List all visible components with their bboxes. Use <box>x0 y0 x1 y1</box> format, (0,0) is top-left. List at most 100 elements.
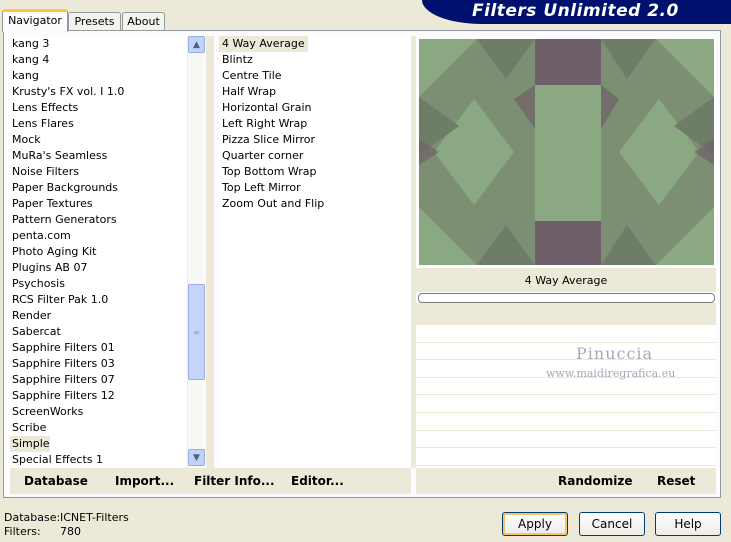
import-button[interactable]: Import... <box>115 474 174 488</box>
effect-list-row[interactable]: Quarter corner <box>219 148 411 164</box>
parameter-header-band <box>416 303 716 325</box>
filter-list-row[interactable]: kang 3 <box>10 36 186 52</box>
filter-list-row[interactable]: Sapphire Filters 01 <box>10 340 186 356</box>
database-value: ICNET-Filters <box>60 511 129 524</box>
filter-list-item[interactable]: Simple <box>10 436 50 452</box>
effect-list-row[interactable]: Left Right Wrap <box>219 116 411 132</box>
effect-list-row[interactable]: Top Bottom Wrap <box>219 164 411 180</box>
scroll-down-arrow-icon[interactable]: ▼ <box>188 449 205 466</box>
filter-list-item[interactable]: Sapphire Filters 12 <box>10 388 115 404</box>
filter-list-row[interactable]: Noise Filters <box>10 164 186 180</box>
filter-list-row[interactable]: Mock <box>10 132 186 148</box>
effect-list-item[interactable]: Top Bottom Wrap <box>219 164 320 180</box>
effect-list[interactable]: 4 Way Average Blintz Centre Tile Half Wrap H… <box>219 36 411 468</box>
filter-list-row[interactable]: Photo Aging Kit <box>10 244 186 260</box>
effect-list-row[interactable]: Half Wrap <box>219 84 411 100</box>
tab-navigator[interactable]: Navigator <box>2 9 68 32</box>
effect-list-item[interactable]: Horizontal Grain <box>219 100 314 116</box>
effect-list-row[interactable]: Zoom Out and Flip <box>219 196 411 212</box>
filter-list-row[interactable]: kang <box>10 68 186 84</box>
filter-list-row[interactable]: Sapphire Filters 12 <box>10 388 186 404</box>
effect-list-item[interactable]: Blintz <box>219 52 256 68</box>
filter-list-row[interactable]: Scribe <box>10 420 186 436</box>
effect-list-row[interactable]: Top Left Mirror <box>219 180 411 196</box>
filter-list-row[interactable]: MuRa's Seamless <box>10 148 186 164</box>
scrollbar-thumb[interactable]: ≡ <box>188 284 205 380</box>
effect-list-item[interactable]: Centre Tile <box>219 68 285 84</box>
filter-info-button[interactable]: Filter Info... <box>194 474 275 488</box>
effect-list-item[interactable]: 4 Way Average <box>219 36 308 52</box>
filter-list-item[interactable]: MuRa's Seamless <box>10 148 107 164</box>
filter-list-item[interactable]: Render <box>10 308 51 324</box>
filter-list-item[interactable]: Pattern Generators <box>10 212 117 228</box>
filter-list-row[interactable]: Render <box>10 308 186 324</box>
randomize-button[interactable]: Randomize <box>558 474 632 488</box>
filter-list-item[interactable]: Paper Textures <box>10 196 93 212</box>
effect-list-row[interactable]: Centre Tile <box>219 68 411 84</box>
filter-list-item[interactable]: Special Effects 1 <box>10 452 103 468</box>
filter-list-row[interactable]: Lens Flares <box>10 116 186 132</box>
filter-list-row[interactable]: Psychosis <box>10 276 186 292</box>
filter-list-row[interactable]: Pattern Generators <box>10 212 186 228</box>
filter-list-row[interactable]: ScreenWorks <box>10 404 186 420</box>
filter-list-row[interactable]: Sabercat <box>10 324 186 340</box>
apply-button[interactable]: Apply <box>502 512 568 536</box>
effect-list-item[interactable]: Zoom Out and Flip <box>219 196 327 212</box>
cancel-button[interactable]: Cancel <box>579 512 645 536</box>
filter-list-row[interactable]: Paper Backgrounds <box>10 180 186 196</box>
filter-list-scrollbar[interactable]: ▲ ≡ ▼ <box>187 36 205 468</box>
filter-list-row[interactable]: Simple <box>10 436 186 452</box>
filter-list-row[interactable]: Plugins AB 07 <box>10 260 186 276</box>
filter-list-item[interactable]: Mock <box>10 132 41 148</box>
filter-list-row[interactable]: Special Effects 1 <box>10 452 186 468</box>
effect-list-item[interactable]: Top Left Mirror <box>219 180 304 196</box>
filter-list-item[interactable]: Lens Effects <box>10 100 78 116</box>
filter-list-item[interactable]: Sabercat <box>10 324 61 340</box>
filter-list-item[interactable]: Lens Flares <box>10 116 74 132</box>
database-button[interactable]: Database <box>24 474 88 488</box>
filter-list-row[interactable]: Paper Textures <box>10 196 186 212</box>
tab-presets[interactable]: Presets <box>68 12 121 31</box>
filter-list-item[interactable]: Sapphire Filters 01 <box>10 340 115 356</box>
effect-list-row[interactable]: 4 Way Average <box>219 36 411 52</box>
effect-list-item[interactable]: Half Wrap <box>219 84 279 100</box>
effect-list-item[interactable]: Pizza Slice Mirror <box>219 132 318 148</box>
help-button[interactable]: Help <box>655 512 721 536</box>
filter-list-item[interactable]: Scribe <box>10 420 46 436</box>
filter-list-item[interactable]: Sapphire Filters 03 <box>10 356 115 372</box>
filter-list-item[interactable]: Sapphire Filters 07 <box>10 372 115 388</box>
filter-list-item[interactable]: Psychosis <box>10 276 65 292</box>
filter-list-row[interactable]: penta.com <box>10 228 186 244</box>
effect-list-row[interactable]: Horizontal Grain <box>219 100 411 116</box>
filter-list-item[interactable]: RCS Filter Pak 1.0 <box>10 292 108 308</box>
list-separator <box>206 36 214 468</box>
preview-button-bar: Randomize Reset <box>416 468 716 494</box>
filter-list-item[interactable]: Plugins AB 07 <box>10 260 87 276</box>
reset-button[interactable]: Reset <box>657 474 695 488</box>
tab-about[interactable]: About <box>122 12 165 31</box>
effect-list-row[interactable]: Blintz <box>219 52 411 68</box>
filter-list-item[interactable]: kang <box>10 68 39 84</box>
effect-list-item[interactable]: Quarter corner <box>219 148 306 164</box>
filter-list-row[interactable]: kang 4 <box>10 52 186 68</box>
filter-list-item[interactable]: Photo Aging Kit <box>10 244 96 260</box>
editor-button[interactable]: Editor... <box>291 474 344 488</box>
filter-list-row[interactable]: Sapphire Filters 07 <box>10 372 186 388</box>
filter-category-list[interactable]: kang 3 kang 4 kang Krusty's FX vol. I 1.0 Le… <box>10 36 186 468</box>
filter-list-item[interactable]: Krusty's FX vol. I 1.0 <box>10 84 124 100</box>
filter-list-row[interactable]: RCS Filter Pak 1.0 <box>10 292 186 308</box>
scroll-up-arrow-icon[interactable]: ▲ <box>188 36 205 53</box>
filter-list-item[interactable]: kang 3 <box>10 36 49 52</box>
effect-list-item[interactable]: Left Right Wrap <box>219 116 310 132</box>
watermark-url: www.maidiregrafica.eu <box>546 367 676 380</box>
filter-list-row[interactable]: Lens Effects <box>10 100 186 116</box>
filter-list-item[interactable]: ScreenWorks <box>10 404 83 420</box>
filter-list-row[interactable]: Krusty's FX vol. I 1.0 <box>10 84 186 100</box>
filter-list-item[interactable]: Paper Backgrounds <box>10 180 118 196</box>
parameter-row <box>416 343 716 361</box>
effect-list-row[interactable]: Pizza Slice Mirror <box>219 132 411 148</box>
filter-list-item[interactable]: kang 4 <box>10 52 49 68</box>
filter-list-row[interactable]: Sapphire Filters 03 <box>10 356 186 372</box>
filter-list-item[interactable]: Noise Filters <box>10 164 79 180</box>
filter-list-item[interactable]: penta.com <box>10 228 71 244</box>
